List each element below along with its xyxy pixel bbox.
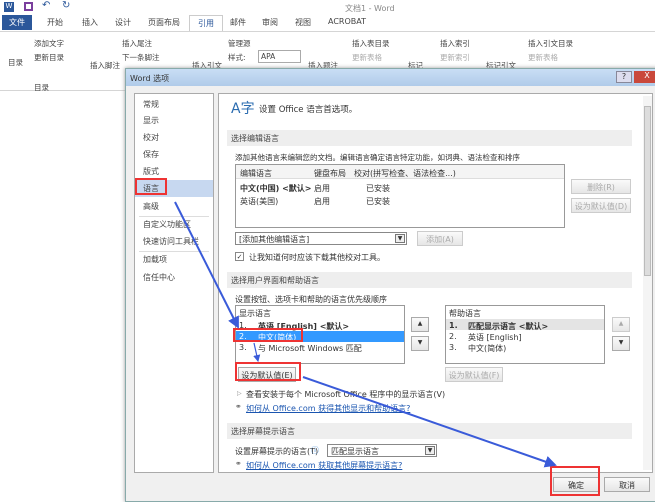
arrow [174,201,239,329]
arrow [253,342,261,363]
annotation-arrows [174,201,557,468]
arrow [302,376,557,468]
